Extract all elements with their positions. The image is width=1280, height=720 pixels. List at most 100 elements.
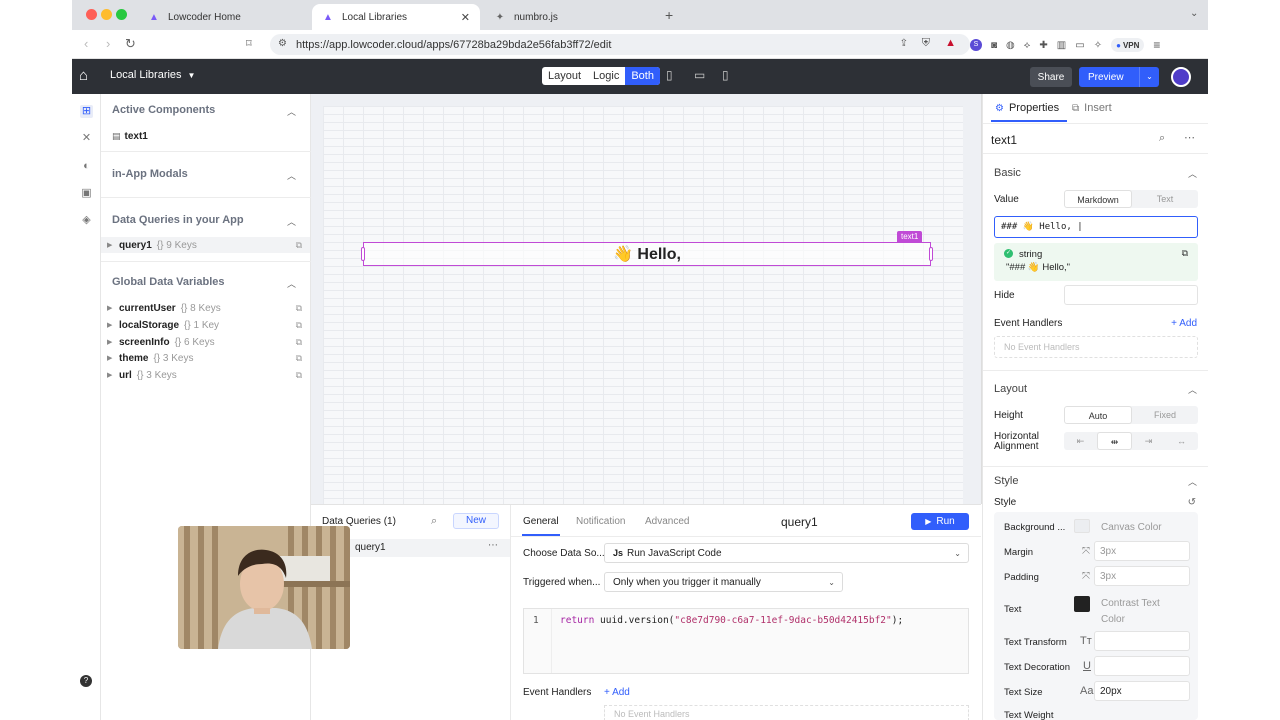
close-tab-icon[interactable]: ✕ xyxy=(461,11,470,24)
menu-icon[interactable]: ≡ xyxy=(1153,38,1160,52)
global-var-localstorage[interactable]: ▶ localStorage {} 1 Key ⧉ xyxy=(107,317,302,333)
close-window-button[interactable] xyxy=(86,9,97,20)
site-settings-icon[interactable]: ⚙ xyxy=(278,38,287,49)
global-var-theme[interactable]: ▶ theme {} 3 Keys ⧉ xyxy=(107,350,302,366)
global-var-screeninfo[interactable]: ▶ screenInfo {} 6 Keys ⧉ xyxy=(107,334,302,350)
wallet-icon[interactable]: ▭ xyxy=(1075,40,1084,51)
left-panel-toggle-icon[interactable]: ▯ xyxy=(666,68,673,82)
text-decoration-input[interactable] xyxy=(1094,656,1190,676)
margin-input[interactable]: 3px xyxy=(1094,541,1190,561)
padding-input[interactable]: 3px xyxy=(1094,566,1190,586)
align-left-icon[interactable]: ⇤ xyxy=(1064,432,1097,450)
code-extension-icon[interactable]: ⟡ xyxy=(1024,40,1031,51)
tab-insert[interactable]: ⧉ Insert xyxy=(1072,102,1112,114)
warning-icon[interactable]: ▲ xyxy=(945,37,956,49)
value-mode-text[interactable]: Text xyxy=(1132,190,1198,208)
more-icon[interactable]: ⋯ xyxy=(1184,131,1195,144)
align-justify-icon[interactable]: ↔ xyxy=(1165,432,1198,450)
structure-icon[interactable]: ⊞ xyxy=(80,105,93,118)
forward-icon[interactable]: › xyxy=(106,36,110,51)
expand-arrow-icon[interactable]: ▶ xyxy=(107,304,119,312)
avatar[interactable] xyxy=(1171,67,1191,87)
new-tab-icon[interactable]: + xyxy=(665,7,673,23)
bookmark-icon[interactable]: ⌑ xyxy=(246,37,252,50)
align-center-icon[interactable]: ⇹ xyxy=(1097,432,1132,450)
align-right-icon[interactable]: ⇥ xyxy=(1132,432,1165,450)
tab-general[interactable]: General xyxy=(523,516,559,527)
add-query-event-handler-button[interactable]: + Add xyxy=(604,687,630,698)
global-var-url[interactable]: ▶ url {} 3 Keys ⧉ xyxy=(107,367,302,383)
expand-arrow-icon[interactable]: ▶ xyxy=(107,354,119,362)
minimize-window-button[interactable] xyxy=(101,9,112,20)
copy-icon[interactable]: ⧉ xyxy=(296,320,302,331)
maximize-window-button[interactable] xyxy=(116,9,127,20)
component-name-tag[interactable]: text1 xyxy=(897,231,923,242)
query-item-query1[interactable]: ▶ query1 {} 9 Keys ⧉ xyxy=(101,237,310,253)
tab-advanced[interactable]: Advanced xyxy=(645,516,689,527)
background-value[interactable]: Canvas Color xyxy=(1101,522,1162,533)
sparkle-icon[interactable]: ✧ xyxy=(1094,40,1102,51)
expand-arrow-icon[interactable]: ▶ xyxy=(107,371,119,379)
search-icon[interactable]: ⌕ xyxy=(1159,132,1165,145)
extension-icon[interactable]: ◍ xyxy=(1006,40,1015,51)
hide-input[interactable] xyxy=(1064,285,1198,305)
tab-local-libraries[interactable]: ▲ Local Libraries ✕ xyxy=(312,4,480,30)
text-color-swatch[interactable] xyxy=(1074,596,1090,612)
expand-arrow-icon[interactable]: ▶ xyxy=(107,338,119,346)
reload-icon[interactable]: ↻ xyxy=(125,36,136,52)
url-field[interactable]: ⚙ https://app.lowcoder.cloud/apps/67728b… xyxy=(270,34,970,55)
resize-handle-right[interactable] xyxy=(929,247,933,261)
value-input[interactable]: ### 👋 Hello, | xyxy=(994,216,1198,238)
collapse-chevron-icon[interactable]: ︿ xyxy=(287,105,296,118)
extension-s-icon[interactable]: S xyxy=(970,39,982,51)
background-color-swatch[interactable] xyxy=(1074,519,1090,533)
height-mode-auto[interactable]: Auto xyxy=(1064,406,1132,424)
collapse-chevron-icon[interactable]: ︿ xyxy=(287,277,296,290)
layers-icon[interactable]: ◈ xyxy=(80,214,93,227)
copy-icon[interactable]: ⧉ xyxy=(296,353,302,364)
back-icon[interactable]: ‹ xyxy=(84,36,88,51)
height-mode-fixed[interactable]: Fixed xyxy=(1132,406,1198,424)
copy-icon[interactable]: ⧉ xyxy=(296,240,302,251)
resize-handle-left[interactable] xyxy=(361,247,365,261)
reset-style-icon[interactable]: ↺ xyxy=(1188,497,1196,508)
copy-icon[interactable]: ⧉ xyxy=(296,370,302,381)
mode-both[interactable]: Both xyxy=(625,67,660,85)
tab-properties[interactable]: ⚙ Properties xyxy=(995,102,1059,114)
share-page-icon[interactable]: ⇪ xyxy=(900,38,908,49)
text-transform-input[interactable] xyxy=(1094,631,1190,651)
copy-icon[interactable]: ⧉ xyxy=(296,337,302,348)
shield-icon[interactable]: ⛨ xyxy=(922,37,930,50)
collapse-chevron-icon[interactable]: ︿ xyxy=(287,169,296,182)
preview-button[interactable]: Preview ⌄ xyxy=(1079,67,1159,87)
global-var-currentuser[interactable]: ▶ currentUser {} 8 Keys ⧉ xyxy=(107,300,302,316)
mode-layout[interactable]: Layout xyxy=(542,67,587,85)
component-item-text1[interactable]: ▤ text1 xyxy=(112,128,302,144)
app-title-dropdown[interactable]: Local Libraries ▼ xyxy=(110,69,195,81)
collapse-chevron-icon[interactable]: ︿ xyxy=(1188,167,1197,180)
sidebar-icon[interactable]: ▥ xyxy=(1057,40,1066,51)
trigger-select[interactable]: Only when you trigger it manually ⌄ xyxy=(604,572,843,592)
copy-icon[interactable]: ⧉ xyxy=(1182,248,1188,259)
image-icon[interactable]: ▣ xyxy=(80,187,93,200)
share-button[interactable]: Share xyxy=(1030,67,1072,87)
tools-icon[interactable]: ✕ xyxy=(80,132,93,145)
vpn-button[interactable]: ● VPN xyxy=(1111,38,1145,52)
right-panel-toggle-icon[interactable]: ▯ xyxy=(722,68,729,82)
puzzle-icon[interactable]: ✚ xyxy=(1039,40,1047,51)
canvas-grid[interactable]: text1 👋 Hello, xyxy=(323,106,963,506)
text-size-input[interactable]: 20px xyxy=(1094,681,1190,701)
help-icon[interactable]: ? xyxy=(80,675,92,687)
bottom-panel-toggle-icon[interactable]: ▭ xyxy=(694,68,705,82)
collapse-chevron-icon[interactable]: ︿ xyxy=(1188,475,1197,488)
value-mode-markdown[interactable]: Markdown xyxy=(1064,190,1132,208)
datasource-select[interactable]: Js Run JavaScript Code ⌄ xyxy=(604,543,969,563)
tab-notification[interactable]: Notification xyxy=(576,516,625,527)
text1-component[interactable]: text1 👋 Hello, xyxy=(361,231,933,266)
search-icon[interactable]: ⌕ xyxy=(431,515,437,528)
collapse-chevron-icon[interactable]: ︿ xyxy=(1188,383,1197,396)
copy-icon[interactable]: ⧉ xyxy=(296,303,302,314)
component-name[interactable]: text1 xyxy=(991,133,1017,147)
code-editor[interactable]: 1 return uuid.version("c8e7d790-c6a7-11e… xyxy=(523,608,969,674)
expand-arrow-icon[interactable]: ▶ xyxy=(107,241,119,249)
